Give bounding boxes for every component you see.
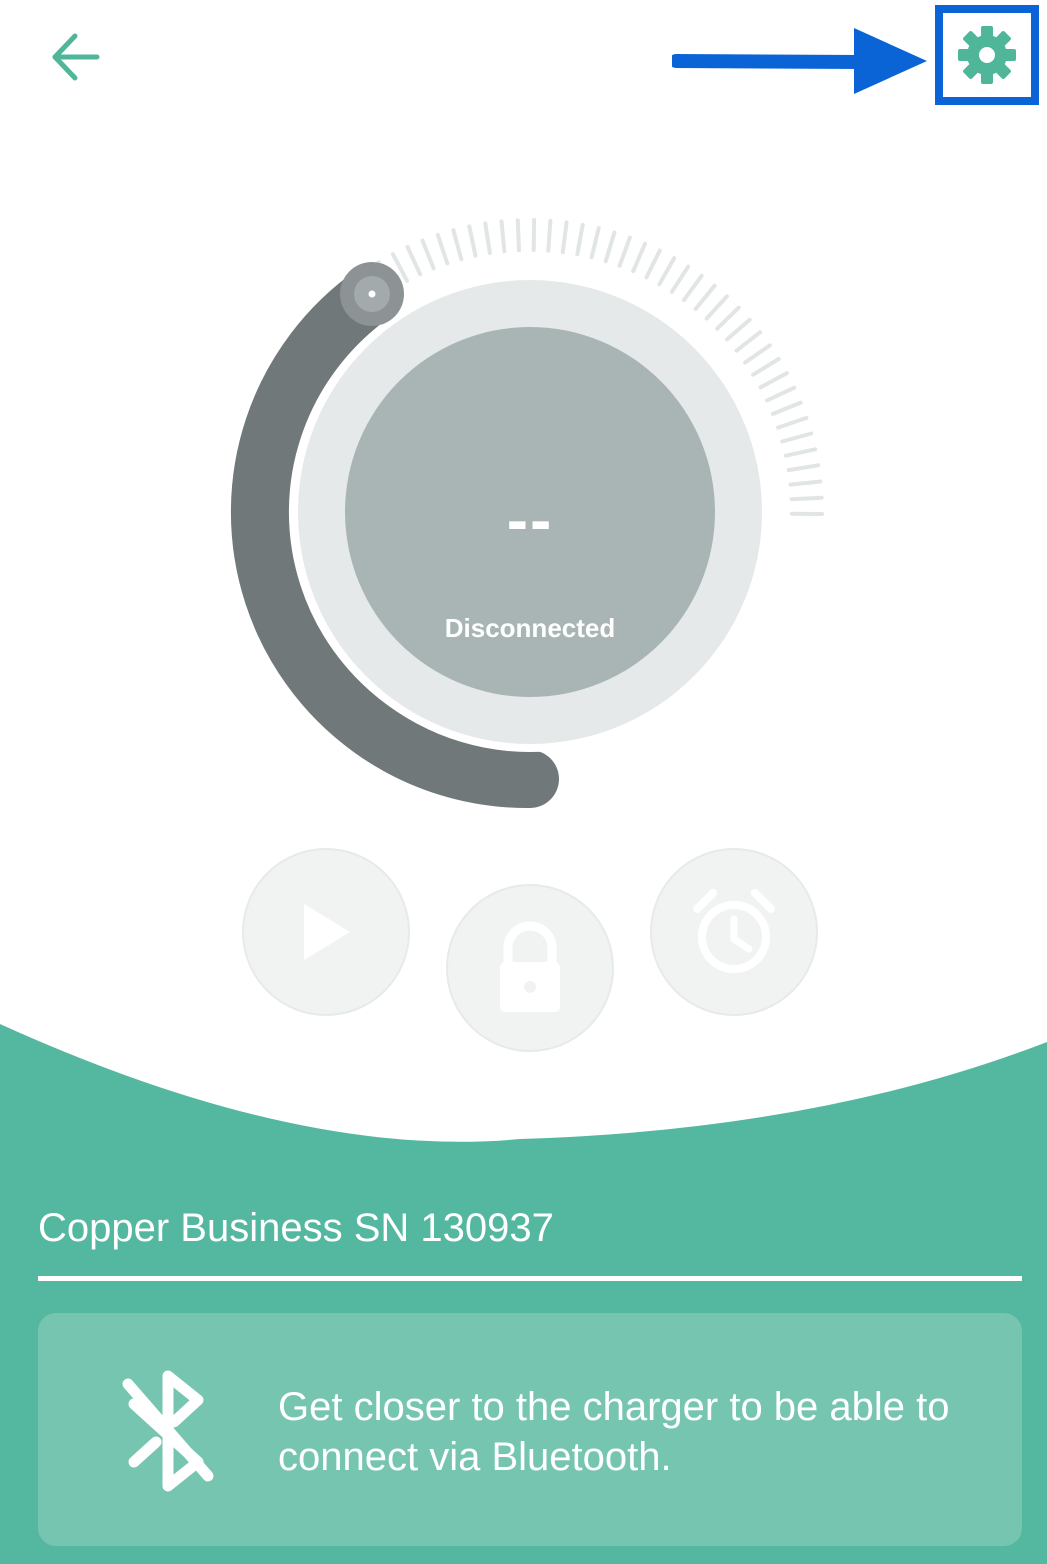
- dial-tick: [786, 463, 821, 473]
- settings-button[interactable]: [935, 5, 1039, 105]
- gear-icon: [958, 26, 1016, 84]
- lock-icon: [500, 921, 560, 1012]
- dial-tick: [603, 230, 617, 264]
- arrow-left-icon: [52, 33, 100, 81]
- dial-tick: [693, 283, 717, 311]
- info-message: Get closer to the charger to be able to …: [278, 1385, 950, 1479]
- dial-tick: [631, 241, 647, 274]
- dial-tick: [734, 330, 763, 353]
- dial-tick: [451, 228, 464, 262]
- dial-tick: [483, 221, 492, 256]
- dial-tick: [715, 305, 741, 331]
- dial-tick: [704, 294, 729, 321]
- dial-tick: [770, 400, 803, 416]
- dial-tick: [725, 317, 752, 342]
- dial-tick: [743, 343, 772, 365]
- connection-status: Disconnected: [444, 613, 616, 643]
- dial-tick: [776, 415, 809, 430]
- back-button[interactable]: [36, 18, 114, 96]
- dial-tick: [780, 431, 814, 444]
- dial-tick: [783, 447, 818, 458]
- dial-tick: [405, 244, 423, 277]
- charger-name: Copper Business SN 130937: [38, 1206, 554, 1250]
- dial-tick: [435, 232, 450, 266]
- dial-tick: [575, 222, 585, 257]
- dial-tick: [789, 495, 824, 502]
- dial-tick: [765, 385, 797, 403]
- dial-tick: [617, 235, 632, 268]
- dial-tick: [467, 224, 478, 258]
- alarm-button[interactable]: [650, 848, 818, 1016]
- dial-tick: [657, 256, 677, 287]
- annotation-arrow: [672, 28, 927, 94]
- charger-screen: -- Disconnected Copper Business SN 13093…: [0, 0, 1047, 1564]
- dial-value: --: [506, 484, 554, 556]
- dial-tick: [758, 371, 789, 390]
- dial-tick: [788, 479, 823, 487]
- dial-tick: [751, 357, 781, 377]
- dial-tick: [589, 226, 601, 260]
- dial-tick: [546, 218, 553, 253]
- dial-handle[interactable]: [340, 262, 404, 326]
- dial-tick: [682, 273, 704, 302]
- dial-tick: [560, 220, 569, 255]
- dial-tick: [420, 238, 436, 271]
- play-icon: [304, 904, 350, 960]
- dial-tick: [515, 218, 521, 253]
- play-button[interactable]: [242, 848, 410, 1016]
- divider: [38, 1276, 1022, 1281]
- dial-tick: [644, 248, 662, 280]
- dial-tick: [499, 219, 507, 254]
- dial-tick: [669, 264, 691, 294]
- alarm-clock-icon: [693, 889, 775, 973]
- bluetooth-disabled-icon: [122, 1370, 214, 1492]
